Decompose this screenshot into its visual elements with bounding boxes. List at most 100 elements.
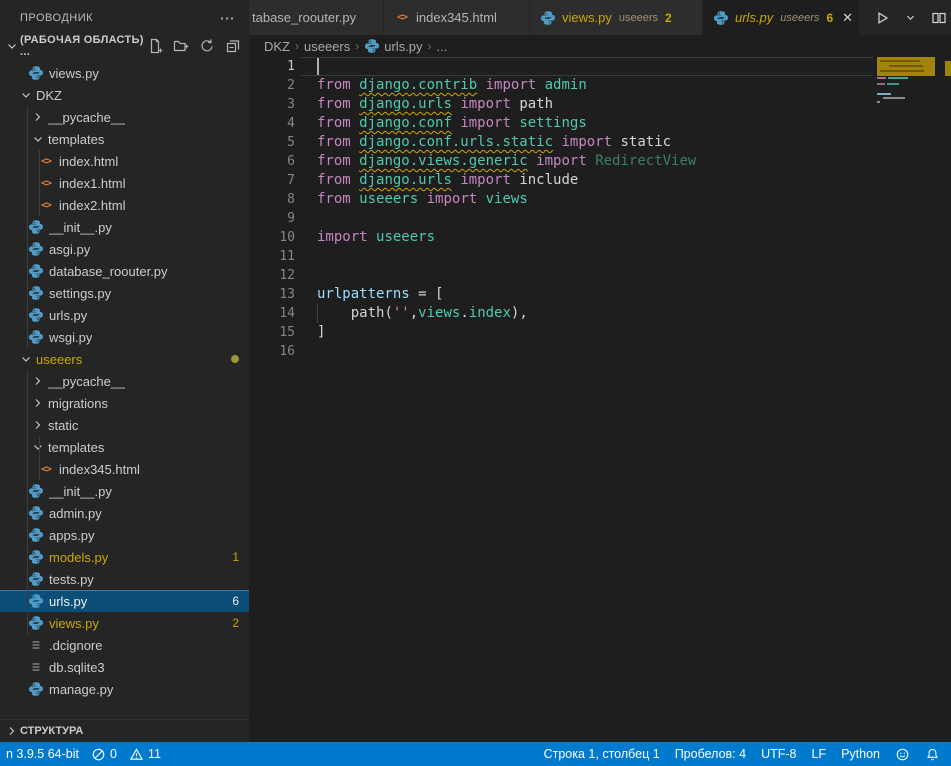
tree-item-database-roouter-py[interactable]: database_roouter.py <box>0 260 249 282</box>
workspace-section-header[interactable]: (РАБОЧАЯ ОБЛАСТЬ) ... <box>0 35 249 57</box>
run-python-file-icon[interactable] <box>874 10 890 26</box>
status-warnings[interactable]: 11 <box>129 747 161 762</box>
tab-tabase-roouter-py[interactable]: tabase_roouter.py <box>249 0 383 35</box>
outline-section-header[interactable]: СТРУКТУРА <box>0 719 249 742</box>
tree-item-urls-py[interactable]: urls.py <box>0 304 249 326</box>
tree-item-db-sqlite3[interactable]: db.sqlite3 <box>0 656 249 678</box>
code-line-text: from django.views.generic import Redirec… <box>317 152 696 171</box>
status-notifications[interactable] <box>925 747 940 762</box>
new-file-button-icon[interactable] <box>147 38 163 54</box>
code-line-text: urlpatterns = [ <box>317 285 443 304</box>
tree-item--init-py[interactable]: __init__.py <box>0 216 249 238</box>
tree-item-models-py[interactable]: models.py1 <box>0 546 249 568</box>
python-file-icon <box>28 593 44 609</box>
collapse-folders-button-icon[interactable] <box>225 38 241 54</box>
status-language[interactable]: Python <box>841 747 880 761</box>
python-file-icon <box>28 505 44 521</box>
code-line-10[interactable]: 10import useeers <box>249 228 951 247</box>
tree-item-index-html[interactable]: <>index.html <box>0 150 249 172</box>
file-icon <box>28 659 44 675</box>
tree-item-templates[interactable]: templates <box>0 128 249 150</box>
status-encoding-label: UTF-8 <box>761 747 796 761</box>
code-line-6[interactable]: 6from django.views.generic import Redire… <box>249 152 951 171</box>
tree-item-label: .dcignore <box>49 638 102 653</box>
breadcrumb-item--[interactable]: ... <box>437 39 448 54</box>
tree-item-manage-py[interactable]: manage.py <box>0 678 249 700</box>
status-python-version[interactable]: n 3.9.5 64-bit <box>6 747 79 761</box>
tree-item-migrations[interactable]: migrations <box>0 392 249 414</box>
python-file-icon <box>28 329 44 345</box>
tree-item--init-py[interactable]: __init__.py <box>0 480 249 502</box>
tree-item-apps-py[interactable]: apps.py <box>0 524 249 546</box>
code-line-1[interactable]: 1 <box>249 57 951 76</box>
overview-ruler <box>945 57 951 742</box>
tree-item--pycache-[interactable]: __pycache__ <box>0 370 249 392</box>
breadcrumb-item-useeers[interactable]: useeers <box>304 39 350 54</box>
tree-item-useeers[interactable]: useeers <box>0 348 249 370</box>
tree-item-templates[interactable]: templates <box>0 436 249 458</box>
tab-bar: tabase_roouter.py <>index345.htmlviews.py… <box>249 0 951 35</box>
tree-item-label: static <box>48 418 78 433</box>
tree-item-settings-py[interactable]: settings.py <box>0 282 249 304</box>
status-errors[interactable]: 0 <box>91 747 117 762</box>
tree-item-label: index1.html <box>59 176 125 191</box>
split-editor-icon[interactable] <box>931 10 947 26</box>
tree-item-index2-html[interactable]: <>index2.html <box>0 194 249 216</box>
line-number: 1 <box>249 57 295 76</box>
status-eol[interactable]: LF <box>811 747 826 761</box>
tab-urls-py[interactable]: urls.pyuseeers6✕ <box>703 0 859 35</box>
tree-item-label: DKZ <box>36 88 62 103</box>
tab-label: tabase_roouter.py <box>252 10 356 25</box>
tab-views-py[interactable]: views.pyuseeers2 <box>530 0 702 35</box>
tree-item-asgi-py[interactable]: asgi.py <box>0 238 249 260</box>
python-file-icon <box>28 285 44 301</box>
tree-item-index1-html[interactable]: <>index1.html <box>0 172 249 194</box>
run-dropdown-icon[interactable] <box>905 12 916 23</box>
new-folder-button-icon[interactable] <box>173 38 189 54</box>
tab-index345-html[interactable]: <>index345.html <box>384 0 529 35</box>
tree-item-views-py[interactable]: views.py <box>0 62 249 84</box>
breadcrumb-item-dkz[interactable]: DKZ <box>264 39 290 54</box>
status-encoding[interactable]: UTF-8 <box>761 747 796 761</box>
tree-item-dkz[interactable]: DKZ <box>0 84 249 106</box>
breadcrumb-item-urls-py[interactable]: urls.py <box>364 38 422 54</box>
tree-item-views-py[interactable]: views.py2 <box>0 612 249 634</box>
minimap[interactable] <box>877 57 945 187</box>
code-line-4[interactable]: 4from django.conf import settings <box>249 114 951 133</box>
close-tab-icon[interactable]: ✕ <box>842 11 853 24</box>
tree-item-tests-py[interactable]: tests.py <box>0 568 249 590</box>
code-line-7[interactable]: 7from django.urls import include <box>249 171 951 190</box>
status-feedback[interactable] <box>895 747 910 762</box>
code-line-15[interactable]: 15] <box>249 323 951 342</box>
tree-item-wsgi-py[interactable]: wsgi.py <box>0 326 249 348</box>
explorer-more-icon[interactable]: ⋯ <box>220 9 236 27</box>
code-line-3[interactable]: 3from django.urls import path <box>249 95 951 114</box>
code-line-11[interactable]: 11 <box>249 247 951 266</box>
code-line-16[interactable]: 16 <box>249 342 951 361</box>
code-line-5[interactable]: 5from django.conf.urls.static import sta… <box>249 133 951 152</box>
tree-item-admin-py[interactable]: admin.py <box>0 502 249 524</box>
status-cursor-position[interactable]: Строка 1, столбец 1 <box>544 747 660 761</box>
tree-item-urls-py[interactable]: urls.py6 <box>0 590 249 612</box>
tree-item--dcignore[interactable]: .dcignore <box>0 634 249 656</box>
code-line-2[interactable]: 2from django.contrib import admin <box>249 76 951 95</box>
code-line-13[interactable]: 13urlpatterns = [ <box>249 285 951 304</box>
status-indentation[interactable]: Пробелов: 4 <box>675 747 746 761</box>
python-file-icon <box>364 38 380 54</box>
tree-item-label: templates <box>48 132 104 147</box>
code-editor[interactable]: 12from django.contrib import admin3from … <box>249 57 951 742</box>
tree-item-static[interactable]: static <box>0 414 249 436</box>
breadcrumb-separator: › <box>295 39 299 53</box>
tree-item-index345-html[interactable]: <>index345.html <box>0 458 249 480</box>
tree-item-label: useeers <box>36 352 82 367</box>
breadcrumb-label: useeers <box>304 39 350 54</box>
code-line-14[interactable]: 14 path('',views.index), <box>249 304 951 323</box>
tree-item--pycache-[interactable]: __pycache__ <box>0 106 249 128</box>
code-line-12[interactable]: 12 <box>249 266 951 285</box>
warning-block-texture <box>880 60 920 62</box>
chevron-right-icon <box>30 109 46 125</box>
code-line-8[interactable]: 8from useeers import views <box>249 190 951 209</box>
refresh-explorer-button-icon[interactable] <box>199 38 215 54</box>
tree-indent-guide <box>27 106 28 348</box>
code-line-9[interactable]: 9 <box>249 209 951 228</box>
